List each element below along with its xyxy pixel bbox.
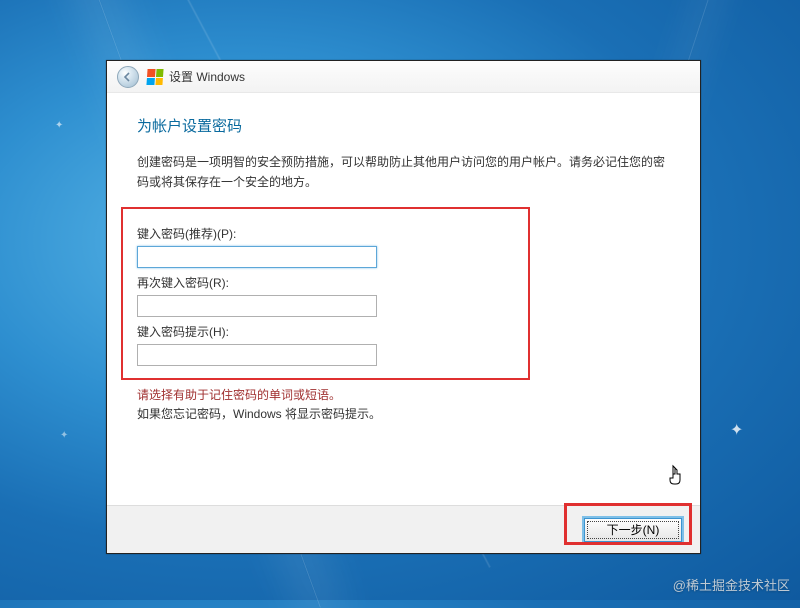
dialog-title: 设置 Windows [169,68,245,85]
windows-flag-icon [146,69,163,85]
fields-highlight-box: 键入密码(推荐)(P): 再次键入密码(R): 键入密码提示(H): [121,207,530,380]
sparkle-icon: ✦ [60,430,68,441]
watermark-text: @稀土掘金技术社区 [673,575,790,594]
dialog-footer: 下一步(N) [107,505,700,553]
hint-help-text-1: 请选择有助于记住密码的单词或短语。 [137,386,670,403]
hint-help-text-2: 如果您忘记密码，Windows 将显示密码提示。 [137,405,670,422]
page-description: 创建密码是一项明智的安全预防措施，可以帮助防止其他用户访问您的用户帐户。请务必记… [137,152,670,193]
password-hint-input[interactable] [137,344,377,366]
next-button[interactable]: 下一步(N) [584,518,682,542]
setup-dialog: 设置 Windows 为帐户设置密码 创建密码是一项明智的安全预防措施，可以帮助… [106,60,701,554]
cursor-icon [666,464,686,493]
password-label: 键入密码(推荐)(P): [137,225,514,242]
confirm-password-input[interactable] [137,295,377,317]
sparkle-icon: ✦ [55,120,63,131]
back-button[interactable] [117,66,139,88]
dialog-header: 设置 Windows [107,61,700,93]
password-hint-label: 键入密码提示(H): [137,323,514,340]
sparkle-icon: ✦ [730,420,743,440]
password-input[interactable] [137,246,377,268]
page-title: 为帐户设置密码 [137,115,670,136]
dialog-content: 为帐户设置密码 创建密码是一项明智的安全预防措施，可以帮助防止其他用户访问您的用… [107,93,700,422]
confirm-password-label: 再次键入密码(R): [137,274,514,291]
